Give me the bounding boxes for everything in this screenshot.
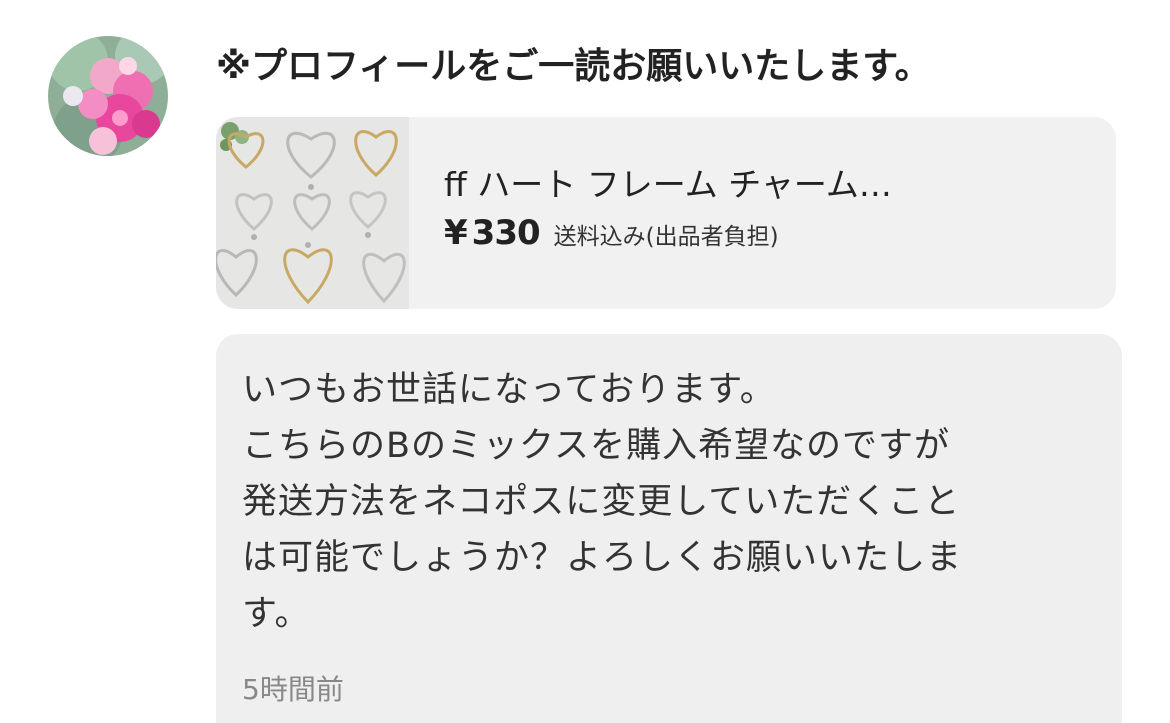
flower-avatar-icon — [48, 36, 168, 156]
comment-username[interactable]: ※プロフィールをご一読お願いいたします。 — [216, 42, 931, 92]
price-value: 330 — [471, 213, 541, 253]
product-card[interactable]: ff ハート フレーム チャーム… ¥ 330 送料込み(出品者負担) — [216, 117, 1116, 309]
message-text: いつもお世話になっております。 こちらのBのミックスを購入希望なのですが 発送方… — [242, 370, 963, 634]
message-bubble: いつもお世話になっております。 こちらのBのミックスを購入希望なのですが 発送方… — [216, 334, 1122, 723]
price-row: ¥ 330 送料込み(出品者負担) — [444, 213, 1084, 253]
shipping-note: 送料込み(出品者負担) — [553, 224, 779, 250]
message-timestamp: 5時間前 — [242, 673, 344, 706]
user-avatar[interactable] — [48, 36, 168, 156]
heart-frame-charm-photo — [216, 117, 409, 309]
comment-screen: ※プロフィールをご一読お願いいたします。 ff ハート フレーム チャーム… ¥… — [0, 0, 1170, 723]
price-currency: ¥ — [444, 213, 468, 253]
product-info: ff ハート フレーム チャーム… ¥ 330 送料込み(出品者負担) — [444, 163, 1084, 253]
product-thumbnail[interactable] — [216, 117, 409, 309]
product-name[interactable]: ff ハート フレーム チャーム… — [444, 163, 1084, 207]
